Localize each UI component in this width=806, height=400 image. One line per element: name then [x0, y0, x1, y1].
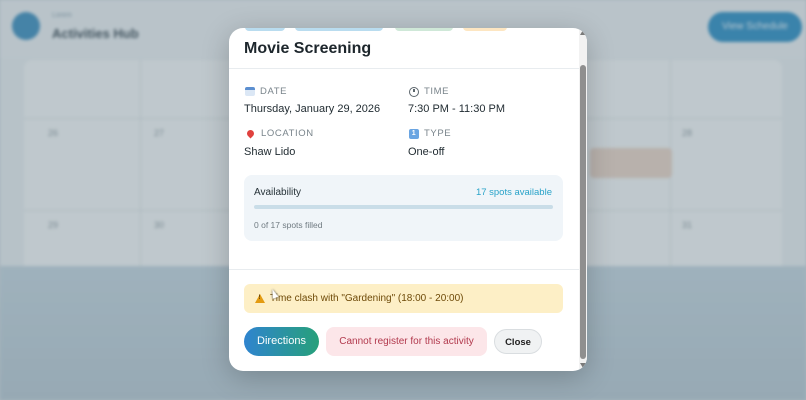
type-label: 1 TYPE: [409, 128, 451, 139]
scroll-down-arrow-icon[interactable]: [580, 363, 586, 368]
location-value: Shaw Lido: [244, 146, 296, 158]
availability-progress-bar: [254, 205, 553, 209]
spots-available: 17 spots available: [475, 187, 552, 198]
location-label-text: LOCATION: [261, 128, 314, 139]
register-disabled-button[interactable]: Cannot register for this activity: [326, 327, 487, 356]
spots-filled: 0 of 17 spots filled: [254, 220, 323, 230]
type-value: One-off: [408, 146, 445, 158]
map-pin-icon: [245, 128, 256, 139]
type-icon: 1: [409, 128, 419, 139]
date-label: DATE: [245, 86, 287, 97]
scrolled-tag: [463, 28, 507, 31]
availability-card: Availability 17 spots available 0 of 17 …: [244, 175, 563, 241]
directions-button[interactable]: Directions: [244, 327, 319, 356]
scrollbar-thumb[interactable]: [580, 65, 586, 359]
warning-icon: [255, 294, 265, 303]
clock-icon: [409, 86, 419, 97]
time-clash-warning: Time clash with "Gardening" (18:00 - 20:…: [244, 284, 563, 313]
location-label: LOCATION: [245, 128, 314, 139]
availability-title: Availability: [254, 187, 302, 198]
scroll-up-arrow-icon[interactable]: [580, 30, 586, 35]
calendar-icon: [245, 87, 255, 96]
divider: [229, 269, 579, 270]
divider: [229, 68, 579, 69]
modal-scrollbar[interactable]: [579, 28, 587, 371]
date-label-text: DATE: [260, 86, 288, 97]
type-label-text: TYPE: [424, 128, 452, 139]
time-value: 7:30 PM - 11:30 PM: [408, 103, 506, 115]
scrolled-tag: [295, 28, 383, 31]
warning-text: Time clash with "Gardening" (18:00 - 20:…: [270, 293, 464, 304]
close-button[interactable]: Close: [494, 329, 542, 354]
time-label-text: TIME: [424, 86, 450, 97]
scrolled-tag: [245, 28, 285, 31]
activity-modal: Movie Screening DATE Thursday, January 2…: [229, 28, 587, 371]
modal-title: Movie Screening: [244, 40, 372, 57]
date-value: Thursday, January 29, 2026: [244, 103, 381, 115]
time-label: TIME: [409, 86, 449, 97]
scrolled-tag: [395, 28, 453, 31]
